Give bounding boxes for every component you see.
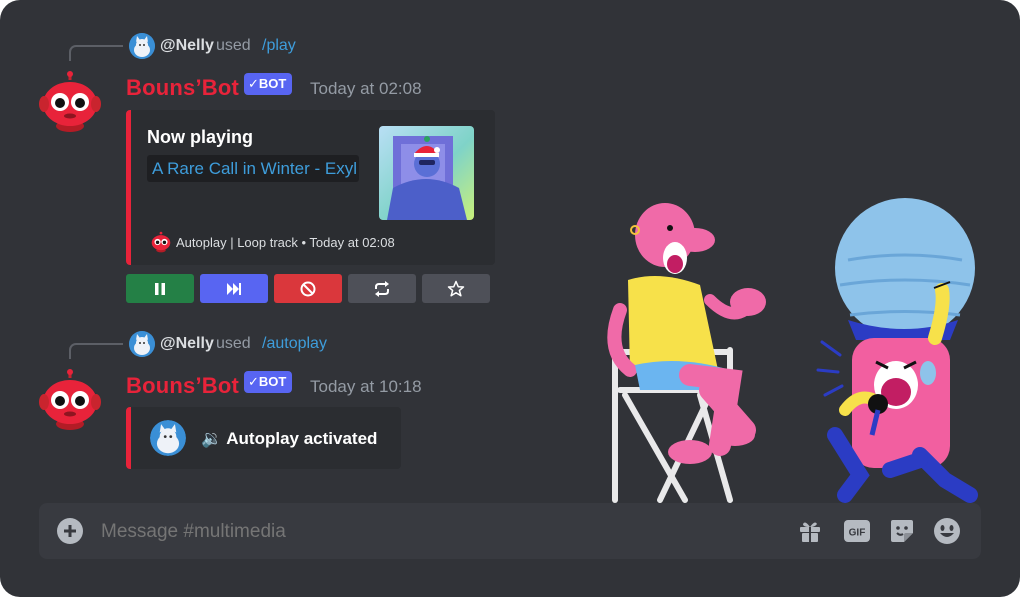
- check-icon: ✓: [248, 76, 259, 91]
- bot-avatar[interactable]: [38, 368, 102, 432]
- message-timestamp: Today at 02:08: [310, 79, 422, 98]
- gif-icon: GIF: [844, 520, 870, 542]
- embed-user-avatar: [150, 420, 186, 456]
- bot-avatar[interactable]: [38, 70, 102, 134]
- reply-username[interactable]: @Nelly: [160, 37, 214, 55]
- track-title[interactable]: A Rare Call in Winter - Exyl: [152, 159, 357, 179]
- skip-icon: [227, 282, 241, 295]
- decorative-illustration: [607, 198, 978, 503]
- message-composer: GIF: [39, 503, 981, 559]
- gift-button[interactable]: [797, 518, 823, 544]
- gif-button[interactable]: GIF: [843, 518, 871, 544]
- track-field[interactable]: A Rare Call in Winter - Exyl: [147, 155, 359, 182]
- stop-icon: [300, 281, 316, 296]
- autoplay-status-text: 🔉 Autoplay activated: [201, 429, 378, 448]
- embed-footer: Autoplay | Loop track • Today at 02:08: [176, 235, 395, 250]
- check-icon: ✓: [248, 374, 259, 389]
- pause-button[interactable]: [126, 274, 194, 303]
- stop-button[interactable]: [274, 274, 342, 303]
- emoji-button[interactable]: [933, 517, 961, 545]
- sticker-button[interactable]: [889, 518, 915, 544]
- album-art: [379, 126, 474, 220]
- bot-footer-icon: [150, 231, 172, 253]
- star-icon: [447, 280, 465, 296]
- reply-used-text: used: [216, 37, 251, 54]
- reply-used-text: used: [216, 335, 251, 352]
- bot-badge: ✓BOT: [244, 73, 293, 95]
- svg-text:GIF: GIF: [849, 528, 866, 539]
- sticker-icon: [891, 520, 913, 542]
- reply-command[interactable]: /play: [262, 37, 296, 55]
- autoplay-embed: 🔉 Autoplay activated: [126, 407, 401, 469]
- reply-command[interactable]: /autoplay: [262, 335, 327, 353]
- favorite-button[interactable]: [422, 274, 490, 303]
- embed-title: Now playing: [147, 127, 254, 147]
- message-timestamp: Today at 10:18: [310, 377, 422, 396]
- bot-author-name[interactable]: Bouns’Bot: [126, 75, 239, 101]
- reply-connector: [69, 343, 123, 359]
- user-avatar-nelly[interactable]: [129, 331, 155, 357]
- bot-badge-label: BOT: [258, 76, 287, 91]
- emoji-icon: [934, 518, 960, 544]
- pause-icon: [155, 282, 165, 295]
- bot-author-name[interactable]: Bouns’Bot: [126, 373, 239, 399]
- gift-icon: [800, 522, 820, 542]
- reply-connector: [69, 45, 123, 61]
- loop-button[interactable]: [348, 274, 416, 303]
- bot-badge: ✓BOT: [244, 371, 293, 393]
- repeat-icon: [375, 280, 389, 297]
- reply-username[interactable]: @Nelly: [160, 335, 214, 353]
- add-attachment-button[interactable]: [57, 518, 83, 544]
- message-input[interactable]: [99, 515, 743, 549]
- chat-window: @Nelly used /play Bouns’Bot ✓BOT Today a…: [0, 0, 1020, 597]
- skip-button[interactable]: [200, 274, 268, 303]
- now-playing-embed: Now playing A Rare Call in Winter - Exyl: [126, 110, 495, 265]
- add-icon: [64, 525, 76, 537]
- user-avatar-nelly[interactable]: [129, 33, 155, 59]
- bot-badge-label: BOT: [258, 374, 287, 389]
